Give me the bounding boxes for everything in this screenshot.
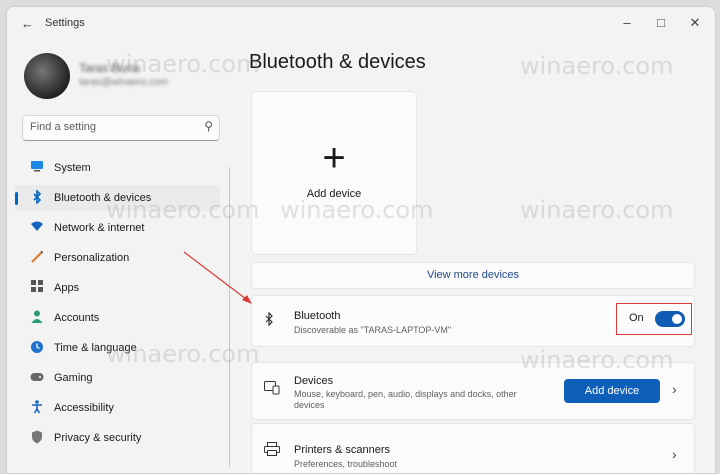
- annotation-arrow: [183, 251, 252, 304]
